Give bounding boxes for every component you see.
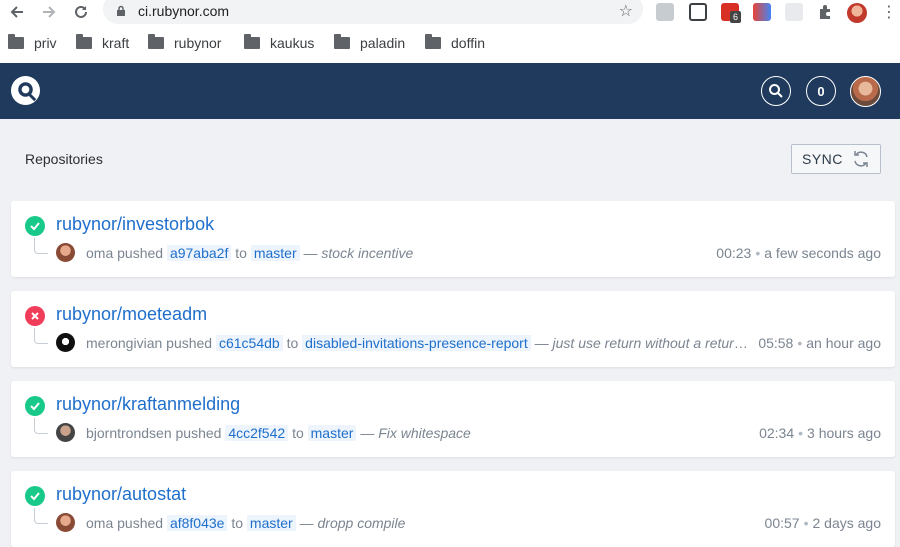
success-check-icon	[25, 396, 45, 416]
commit-message: dropp compile	[317, 515, 406, 531]
tree-connector	[34, 238, 48, 254]
committer-avatar	[56, 423, 75, 442]
bookmark-folder-doffin[interactable]: doffin	[425, 34, 485, 51]
build-meta: 02:34 • 3 hours ago	[759, 425, 881, 441]
commit-info: oma pushed af8f043e to master — dropp co…	[86, 515, 406, 531]
sync-icon	[854, 151, 868, 167]
extension-blank-icon[interactable]	[785, 3, 803, 21]
extension-doc-icon[interactable]	[689, 3, 707, 21]
build-count-badge[interactable]: 0	[806, 76, 836, 106]
commit-message: stock incentive	[321, 245, 414, 261]
build-time-ago: a few seconds ago	[764, 245, 881, 261]
folder-icon	[76, 34, 92, 49]
branch-tag[interactable]: disabled-invitations-presence-report	[302, 335, 531, 351]
back-icon[interactable]	[6, 1, 28, 23]
repo-name-link[interactable]: rubynor/moeteadm	[56, 304, 207, 325]
build-meta: 05:58 • an hour ago	[758, 335, 881, 351]
drone-logo-icon[interactable]	[10, 75, 41, 106]
committer-avatar	[56, 333, 75, 352]
page-title: Repositories	[25, 151, 103, 167]
commit-message: just use return without a return value	[552, 335, 748, 351]
extension-translate-icon[interactable]	[656, 3, 674, 21]
bookmarks-bar: priv kraft rubynor kaukus paladin doffin	[0, 31, 900, 57]
commit-sha[interactable]: a97aba2f	[166, 245, 232, 261]
repo-card[interactable]: rubynor/autostat oma pushed af8f043e to …	[11, 471, 895, 547]
build-meta: 00:57 • 2 days ago	[764, 515, 882, 531]
repo-card[interactable]: rubynor/investorbok oma pushed a97aba2f …	[11, 201, 895, 277]
commit-info: bjorntrondsen pushed 4cc2f542 to master …	[86, 425, 471, 441]
profile-avatar[interactable]	[847, 3, 867, 23]
build-duration: 00:57	[764, 515, 800, 531]
commit-message: Fix whitespace	[378, 425, 471, 441]
folder-icon	[244, 34, 260, 49]
url-text: ci.rubynor.com	[138, 3, 230, 19]
extension-mail-icon[interactable]	[753, 3, 771, 21]
repo-name-link[interactable]: rubynor/autostat	[56, 484, 186, 505]
bookmark-star-icon[interactable]: ☆	[619, 1, 633, 21]
branch-tag[interactable]: master	[250, 245, 300, 261]
build-time-ago: an hour ago	[806, 335, 881, 351]
search-icon	[769, 84, 783, 98]
repo-card[interactable]: rubynor/moeteadm merongivian pushed c61c…	[11, 291, 895, 367]
build-duration: 02:34	[759, 425, 795, 441]
app-header: 0	[0, 63, 900, 119]
tree-connector	[34, 508, 48, 524]
success-check-icon	[25, 216, 45, 236]
sync-button[interactable]: SYNC	[791, 144, 881, 174]
committer-avatar	[56, 243, 75, 262]
user-avatar[interactable]	[850, 76, 881, 107]
browser-toolbar: ci.rubynor.com ☆ 6 ⋮	[0, 0, 900, 26]
forward-icon[interactable]	[38, 1, 60, 23]
folder-icon	[334, 34, 350, 49]
folder-icon	[8, 34, 24, 49]
build-duration: 00:23	[716, 245, 752, 261]
browser-menu-icon[interactable]: ⋮	[878, 1, 900, 23]
success-check-icon	[25, 486, 45, 506]
commit-sha[interactable]: af8f043e	[166, 515, 228, 531]
branch-tag[interactable]: master	[246, 515, 296, 531]
build-meta: 00:23 • a few seconds ago	[716, 245, 881, 261]
browser-chrome: ci.rubynor.com ☆ 6 ⋮ priv kraft rubynor …	[0, 0, 900, 63]
failure-x-icon	[25, 306, 45, 326]
branch-tag[interactable]: master	[307, 425, 357, 441]
build-time-ago: 2 days ago	[812, 515, 882, 531]
bookmark-folder-rubynor[interactable]: rubynor	[148, 34, 221, 51]
repo-name-link[interactable]: rubynor/kraftanmelding	[56, 394, 240, 415]
bookmark-folder-priv[interactable]: priv	[8, 34, 57, 51]
repo-card[interactable]: rubynor/kraftanmelding bjorntrondsen pus…	[11, 381, 895, 457]
folder-icon	[425, 34, 441, 49]
sync-label: SYNC	[802, 151, 843, 167]
extensions-puzzle-icon[interactable]	[817, 4, 835, 22]
commit-sha[interactable]: c61c54db	[215, 335, 283, 351]
build-duration: 05:58	[758, 335, 794, 351]
bookmark-folder-kaukus[interactable]: kaukus	[244, 34, 314, 51]
address-bar[interactable]: ci.rubynor.com ☆	[103, 0, 643, 24]
tree-connector	[34, 328, 48, 344]
repo-name-link[interactable]: rubynor/investorbok	[56, 214, 214, 235]
tree-connector	[34, 418, 48, 434]
extension-badge: 6	[730, 11, 742, 23]
committer-avatar	[56, 513, 75, 532]
folder-icon	[148, 34, 164, 49]
reload-icon[interactable]	[70, 1, 92, 23]
search-button[interactable]	[761, 76, 791, 106]
lock-icon	[117, 5, 125, 16]
bookmark-folder-paladin[interactable]: paladin	[334, 34, 405, 51]
build-time-ago: 3 hours ago	[807, 425, 881, 441]
commit-info: oma pushed a97aba2f to master — stock in…	[86, 245, 414, 261]
bookmark-folder-kraft[interactable]: kraft	[76, 34, 129, 51]
commit-sha[interactable]: 4cc2f542	[225, 425, 289, 441]
commit-info: merongivian pushed c61c54db to disabled-…	[86, 335, 748, 351]
